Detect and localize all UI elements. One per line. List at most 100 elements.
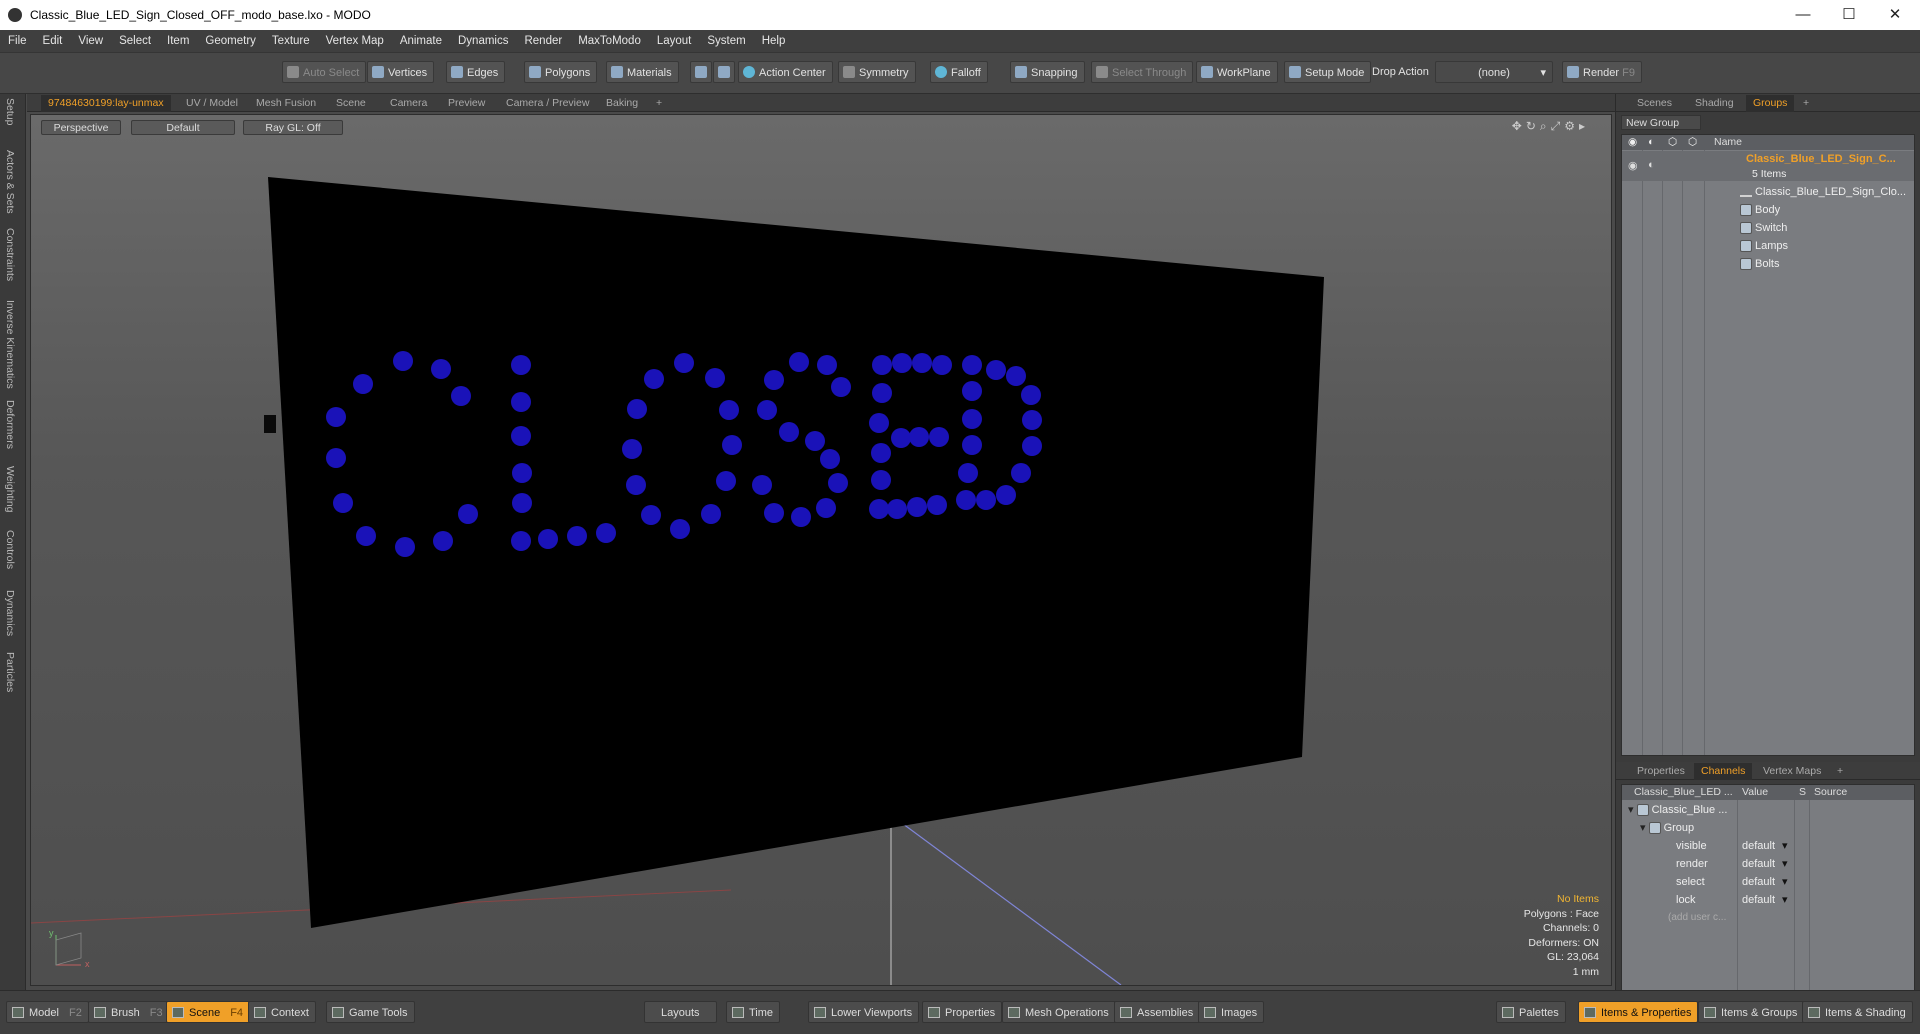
game-tools-button[interactable]: Game Tools [326,1001,415,1023]
list-item[interactable]: Bolts [1740,255,1779,273]
tab-layout-unmax[interactable]: 97484630199:lay-unmax [41,95,171,112]
group-visibility-icon[interactable]: ◉ [1628,159,1638,172]
maximize-button[interactable]: ☐ [1826,0,1872,30]
add-tab-button[interactable]: + [649,95,669,112]
select-through-button[interactable]: Select Through [1091,61,1194,83]
vertices-button[interactable]: Vertices [367,61,435,83]
select-mode-b-button[interactable] [713,61,735,83]
menu-select[interactable]: Select [111,30,159,52]
tab-controls[interactable]: Controls [4,530,16,569]
items-properties-button[interactable]: Items & Properties [1578,1001,1699,1023]
tab-uv-model[interactable]: UV / Model [179,95,245,112]
channel-row[interactable]: select default ▾ [1622,873,1914,891]
tab-mesh-fusion[interactable]: Mesh Fusion [249,95,323,112]
polygons-button[interactable]: Polygons [524,61,598,83]
materials-button[interactable]: Materials [606,61,679,83]
menu-system[interactable]: System [699,30,753,52]
menu-texture[interactable]: Texture [264,30,318,52]
lower-viewports-button[interactable]: Lower Viewports [808,1001,920,1023]
channel-row[interactable]: render default ▾ [1622,855,1914,873]
menu-dynamics[interactable]: Dynamics [450,30,516,52]
tab-preview[interactable]: Preview [441,95,492,112]
group-render-icon[interactable]: ◐ [1648,159,1655,171]
add-scene-tab-button[interactable]: + [1796,95,1816,112]
tab-channels[interactable]: Channels [1694,763,1753,780]
3d-viewport[interactable]: Perspective Default Ray GL: Off ✥↻⌕⤢⚙▸ y… [30,114,1612,986]
edges-button[interactable]: Edges [446,61,506,83]
minimize-button[interactable]: — [1780,0,1826,30]
list-item[interactable]: Switch [1740,219,1787,237]
tab-weighting[interactable]: Weighting [4,466,16,513]
menu-view[interactable]: View [70,30,111,52]
channel-row[interactable]: lock default ▾ [1622,891,1914,909]
auto-select-button[interactable]: Auto Select [282,61,367,83]
render-button[interactable]: Render F9 [1562,61,1642,83]
group-row[interactable]: ◉ ◐ Classic_Blue_LED_Sign_C... 5 Items [1622,151,1914,181]
menu-animate[interactable]: Animate [392,30,450,52]
channel-root-row[interactable]: ▾ Classic_Blue ... [1628,801,1727,819]
setup-mode-button[interactable]: Setup Mode [1284,61,1372,83]
tab-inverse-kinematics[interactable]: Inverse Kinematics [4,300,16,389]
time-button[interactable]: Time [726,1001,781,1023]
symmetry-button[interactable]: Symmetry [838,61,916,83]
menu-help[interactable]: Help [754,30,794,52]
add-user-channel[interactable]: (add user c... [1668,909,1726,927]
model-layout-button[interactable]: Model F2 [6,1001,89,1023]
menu-vertex-map[interactable]: Vertex Map [318,30,392,52]
menu-file[interactable]: File [0,30,35,52]
snapping-button[interactable]: Snapping [1010,61,1085,83]
assemblies-button[interactable]: Assemblies [1114,1001,1201,1023]
tab-particles[interactable]: Particles [4,652,16,692]
groups-list[interactable]: ◉ ◐ ⬡ ⬡ Name ◉ ◐ Classic_Blue_LED_Sign_C… [1621,134,1915,756]
new-group-button[interactable]: New Group [1621,115,1701,130]
items-groups-button[interactable]: Items & Groups [1698,1001,1805,1023]
chevron-down-icon[interactable]: ▾ [1782,855,1788,873]
chevron-down-icon[interactable]: ▾ [1782,891,1788,909]
list-item[interactable]: Classic_Blue_LED_Sign_Clo... [1740,183,1906,201]
channel-row[interactable]: visible default ▾ [1622,837,1914,855]
action-center-button[interactable]: Action Center [738,61,833,83]
tab-scene[interactable]: Scene [329,95,373,112]
layouts-button[interactable]: Layouts [644,1001,717,1023]
workplane-button[interactable]: WorkPlane [1196,61,1278,83]
properties-button[interactable]: Properties [922,1001,1003,1023]
tab-groups[interactable]: Groups [1746,95,1795,112]
menu-item[interactable]: Item [159,30,197,52]
select-mode-a-button[interactable] [690,61,712,83]
tab-actors-sets[interactable]: Actors & Sets [4,150,16,214]
tab-dynamics[interactable]: Dynamics [4,590,16,636]
drop-action-select[interactable]: (none) ▾ [1435,61,1553,83]
scene-layout-button[interactable]: Scene F4 [166,1001,251,1023]
palettes-button[interactable]: Palettes [1496,1001,1566,1023]
list-item[interactable]: Body [1740,201,1780,219]
brush-layout-button[interactable]: Brush F3 [88,1001,170,1023]
chevron-down-icon[interactable]: ▾ [1782,837,1788,855]
chevron-down-icon[interactable]: ▾ [1782,873,1788,891]
tab-baking[interactable]: Baking [599,95,645,112]
channel-value[interactable]: default [1742,855,1775,873]
add-channel-tab-button[interactable]: + [1830,763,1850,780]
mesh-operations-button[interactable]: Mesh Operations [1002,1001,1116,1023]
menu-layout[interactable]: Layout [649,30,700,52]
items-shading-button[interactable]: Items & Shading [1802,1001,1913,1023]
tab-properties[interactable]: Properties [1630,763,1692,780]
images-button[interactable]: Images [1198,1001,1265,1023]
list-item[interactable]: Lamps [1740,237,1788,255]
menu-geometry[interactable]: Geometry [197,30,264,52]
tab-camera[interactable]: Camera [383,95,434,112]
expand-icon[interactable]: ▾ [1628,804,1637,816]
falloff-button[interactable]: Falloff [930,61,988,83]
tab-deformers[interactable]: Deformers [4,400,16,449]
menu-edit[interactable]: Edit [35,30,71,52]
tab-vertex-maps[interactable]: Vertex Maps [1756,763,1828,780]
tab-camera-preview[interactable]: Camera / Preview [499,95,596,112]
channel-group-row[interactable]: ▾ Group [1640,819,1694,837]
tab-setup[interactable]: Setup [4,98,16,125]
menu-maxtomodo[interactable]: MaxToModo [570,30,649,52]
tab-constraints[interactable]: Constraints [4,228,16,281]
tab-shading[interactable]: Shading [1688,95,1741,112]
channel-value[interactable]: default [1742,891,1775,909]
tab-scenes[interactable]: Scenes [1630,95,1679,112]
expand-icon[interactable]: ▾ [1640,822,1649,834]
channel-value[interactable]: default [1742,837,1775,855]
